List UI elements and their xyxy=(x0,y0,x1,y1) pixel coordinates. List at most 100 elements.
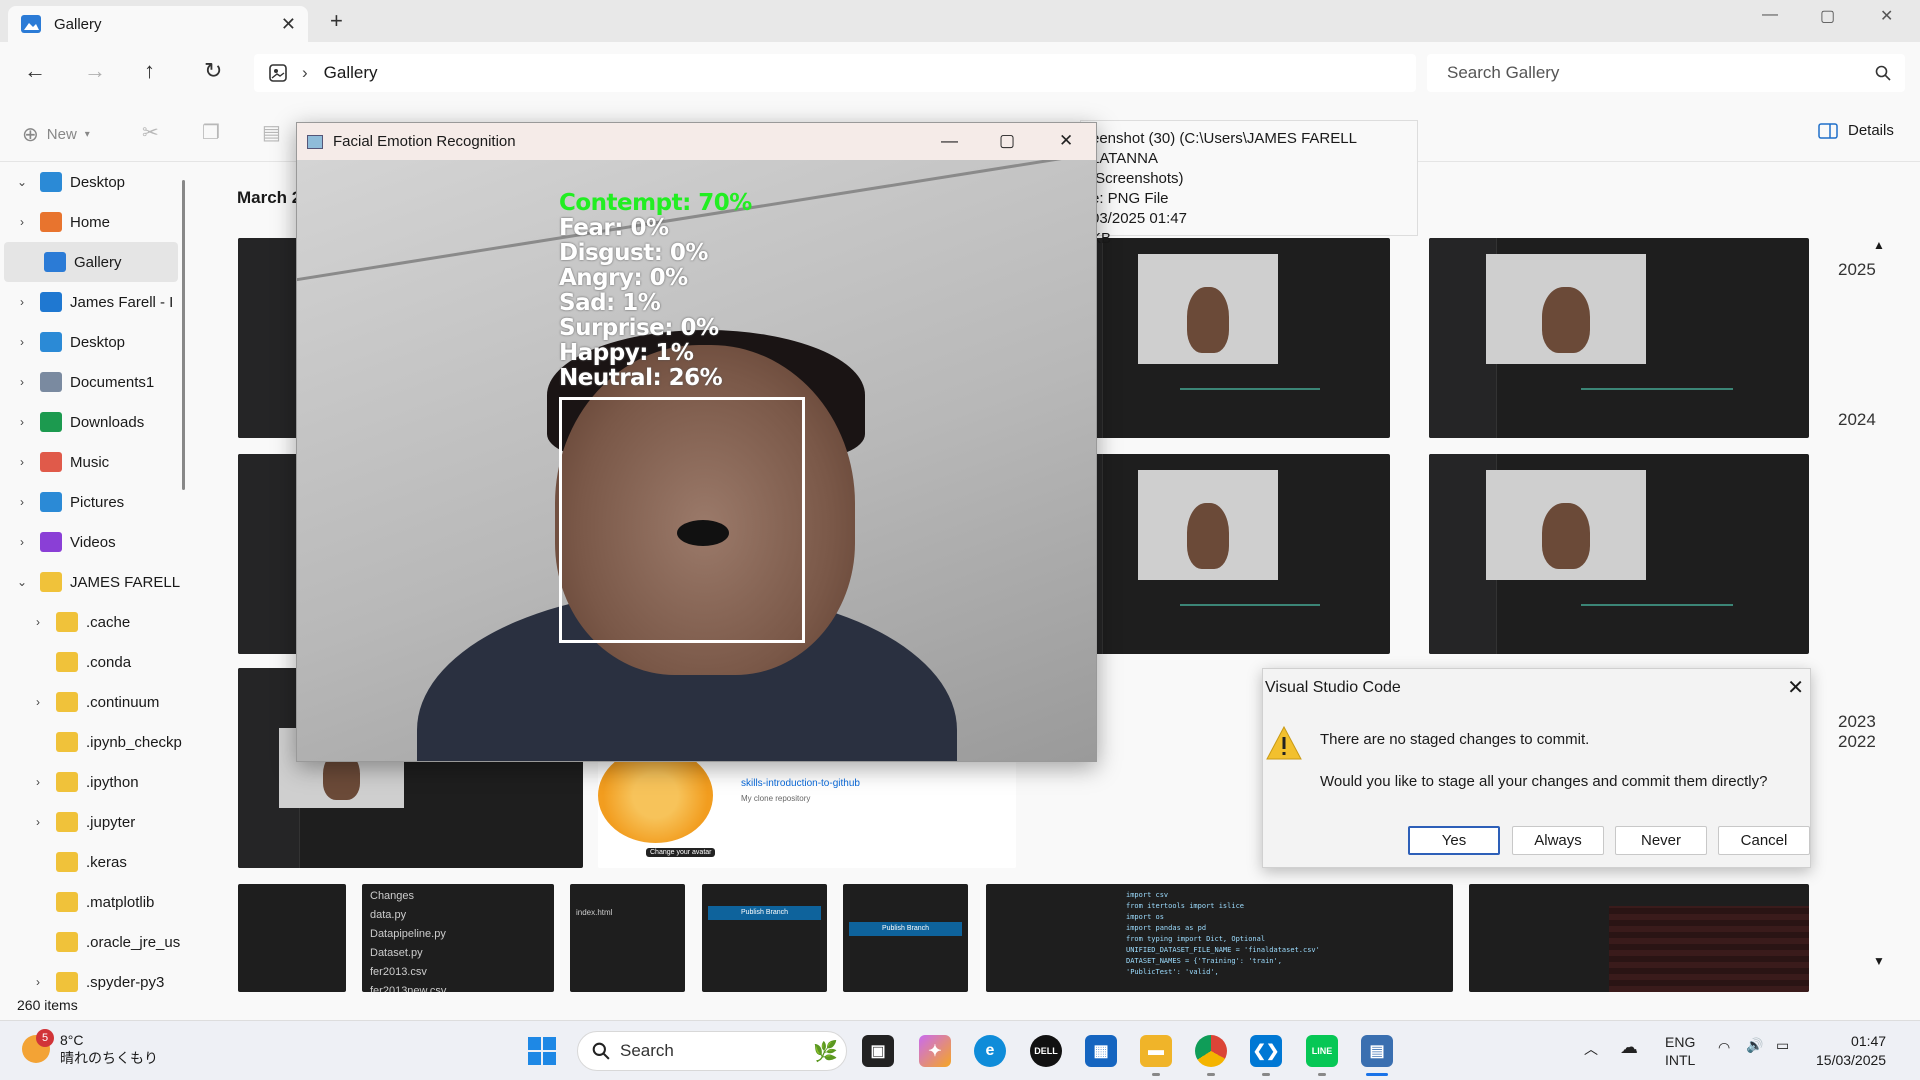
start-button[interactable] xyxy=(526,1035,558,1067)
dell-icon[interactable]: DELL xyxy=(1030,1035,1062,1067)
sidebar-item[interactable]: .matplotlib xyxy=(0,882,190,922)
timeline-year[interactable]: 2025 xyxy=(1838,260,1876,280)
screenshot-thumbnail[interactable] xyxy=(1429,238,1809,438)
always-button[interactable]: Always xyxy=(1512,826,1604,855)
sidebar-item[interactable]: Gallery xyxy=(4,242,178,282)
forward-button[interactable]: → xyxy=(84,58,106,84)
expand-chevron-icon[interactable]: › xyxy=(12,375,32,389)
sidebar-item[interactable]: › .spyder-py3 xyxy=(0,962,190,992)
up-button[interactable]: ↑ xyxy=(144,58,155,84)
breadcrumb[interactable]: Gallery xyxy=(324,63,378,83)
sidebar-item[interactable]: › Home xyxy=(0,202,190,242)
onedrive-icon[interactable]: ☁ xyxy=(1620,1037,1638,1058)
volume-icon[interactable]: 🔊 xyxy=(1746,1037,1763,1054)
sidebar-item[interactable]: › Downloads xyxy=(0,402,190,442)
new-button[interactable]: ⊕ New ▾ xyxy=(22,122,90,147)
task-view-icon[interactable]: ▣ xyxy=(862,1035,894,1067)
vscode-icon[interactable]: ❮❯ xyxy=(1250,1035,1282,1067)
scroll-up-icon[interactable]: ▲ xyxy=(1873,238,1885,252)
close-window-button[interactable]: ✕ xyxy=(1880,6,1893,26)
sidebar-item[interactable]: › .jupyter xyxy=(0,802,190,842)
cancel-button[interactable]: Cancel xyxy=(1718,826,1810,855)
expand-chevron-icon[interactable]: › xyxy=(28,815,48,829)
scroll-down-icon[interactable]: ▼ xyxy=(1873,954,1885,968)
tab-gallery[interactable]: Gallery ✕ xyxy=(8,6,308,42)
language-indicator[interactable]: ENG INTL xyxy=(1665,1033,1695,1069)
never-button[interactable]: Never xyxy=(1615,826,1707,855)
screenshot-thumbnail[interactable]: index.html xyxy=(570,884,685,992)
expand-chevron-icon[interactable]: › xyxy=(28,775,48,789)
sidebar-item[interactable]: › .ipython xyxy=(0,762,190,802)
screenshot-thumbnail[interactable] xyxy=(1429,454,1809,654)
screenshot-thumbnail[interactable] xyxy=(238,884,346,992)
sidebar-item[interactable]: .conda xyxy=(0,642,190,682)
tooltip-size: KB xyxy=(1091,230,1112,247)
python-window-icon[interactable]: ▤ xyxy=(1361,1035,1393,1067)
sidebar-item[interactable]: › Videos xyxy=(0,522,190,562)
screenshot-thumbnail[interactable]: Publish Branch xyxy=(843,884,968,992)
expand-chevron-icon[interactable]: › xyxy=(12,495,32,509)
wifi-icon[interactable]: ◠ xyxy=(1718,1039,1730,1056)
expand-chevron-icon[interactable]: › xyxy=(12,535,32,549)
system-clock[interactable]: 01:47 15/03/2025 xyxy=(1816,1032,1886,1070)
yes-button[interactable]: Yes xyxy=(1408,826,1500,855)
maximize-button[interactable]: ▢ xyxy=(1820,6,1835,26)
battery-icon[interactable]: ▭ xyxy=(1776,1037,1789,1054)
minimize-button[interactable]: — xyxy=(941,131,958,151)
close-window-button[interactable]: ✕ xyxy=(1059,131,1073,151)
expand-chevron-icon[interactable]: › xyxy=(28,615,48,629)
expand-chevron-icon[interactable]: › xyxy=(12,415,32,429)
sidebar-item[interactable]: ⌄ Desktop xyxy=(0,162,190,202)
details-button[interactable]: Details xyxy=(1818,122,1894,139)
refresh-button[interactable]: ↻ xyxy=(204,58,222,84)
expand-chevron-icon[interactable]: › xyxy=(28,975,48,989)
timeline-year[interactable]: 2024 xyxy=(1838,410,1876,430)
paste-icon[interactable]: ▤ xyxy=(262,120,281,145)
sidebar-item[interactable]: › Music xyxy=(0,442,190,482)
expand-chevron-icon[interactable]: ⌄ xyxy=(12,175,32,189)
code-screenshot-thumbnail[interactable]: import csv from itertools import islice … xyxy=(986,884,1453,992)
expand-chevron-icon[interactable]: › xyxy=(12,455,32,469)
cut-icon[interactable]: ✂ xyxy=(142,120,159,145)
sidebar-item[interactable]: › James Farell - I xyxy=(0,282,190,322)
sidebar-item[interactable]: › Documents1 xyxy=(0,362,190,402)
store-icon[interactable]: ▦ xyxy=(1085,1035,1117,1067)
file-explorer-icon[interactable]: ▬ xyxy=(1140,1035,1172,1067)
sidebar-item[interactable]: .oracle_jre_us xyxy=(0,922,190,962)
timeline-year[interactable]: 2023 xyxy=(1838,712,1876,732)
plus-icon: ⊕ xyxy=(22,124,39,146)
back-button[interactable]: ← xyxy=(24,58,46,84)
sidebar-item[interactable]: › Desktop xyxy=(0,322,190,362)
expand-chevron-icon[interactable]: › xyxy=(28,695,48,709)
sidebar-item[interactable]: .ipynb_checkp xyxy=(0,722,190,762)
search-input[interactable]: Search Gallery xyxy=(1427,54,1905,92)
sidebar-item[interactable]: › Pictures xyxy=(0,482,190,522)
minimize-button[interactable]: — xyxy=(1762,6,1778,24)
weather-widget[interactable]: 5 8°C 晴れのちくもり xyxy=(22,1029,158,1067)
chevron-up-icon[interactable]: ︿ xyxy=(1584,1039,1598,1059)
dialog-close-icon[interactable]: ✕ xyxy=(1787,675,1804,700)
expand-chevron-icon[interactable]: › xyxy=(12,295,32,309)
taskbar-search[interactable]: Search 🌿 xyxy=(577,1031,847,1071)
expand-chevron-icon[interactable]: › xyxy=(12,335,32,349)
expand-chevron-icon[interactable]: ⌄ xyxy=(12,575,32,589)
expand-chevron-icon[interactable]: › xyxy=(12,215,32,229)
maximize-button[interactable]: ▢ xyxy=(999,131,1015,151)
sidebar-item[interactable]: ⌄ JAMES FARELL xyxy=(0,562,190,602)
sidebar-item[interactable]: › .cache xyxy=(0,602,190,642)
screenshot-thumbnail[interactable]: Publish Branch xyxy=(702,884,827,992)
address-bar[interactable]: › Gallery xyxy=(254,54,1416,92)
new-tab-button[interactable]: + xyxy=(330,8,343,34)
screenshot-thumbnail[interactable] xyxy=(1469,884,1809,992)
copilot-icon[interactable]: ✦ xyxy=(919,1035,951,1067)
changes-screenshot-thumbnail[interactable]: Changes data.py Datapipeline.py Dataset.… xyxy=(362,884,554,992)
copy-icon[interactable]: ❐ xyxy=(202,120,220,145)
close-tab-icon[interactable]: ✕ xyxy=(281,14,296,35)
timeline-year[interactable]: 2022 xyxy=(1838,732,1876,752)
chrome-icon[interactable] xyxy=(1195,1035,1227,1067)
line-icon[interactable]: LINE xyxy=(1306,1035,1338,1067)
sidebar-item[interactable]: .keras xyxy=(0,842,190,882)
edge-icon[interactable]: e xyxy=(974,1035,1006,1067)
sidebar-item[interactable]: › .continuum xyxy=(0,682,190,722)
sidebar-scrollbar[interactable] xyxy=(182,180,185,490)
